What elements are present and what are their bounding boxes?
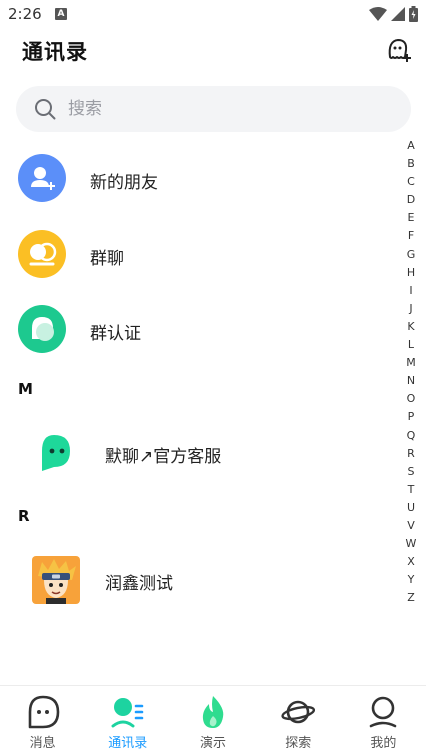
service-bot-icon	[32, 429, 80, 477]
tab-demo[interactable]: 演示	[170, 686, 255, 752]
battery-icon	[409, 6, 418, 22]
shortcut-group-verify[interactable]: 群认证	[0, 305, 400, 375]
cartoon-avatar	[32, 556, 80, 604]
shortcut-label: 新的朋友	[90, 173, 158, 193]
section-header: M	[18, 380, 33, 398]
index-letter[interactable]: B	[404, 155, 418, 173]
shortcut-label: 群认证	[90, 324, 141, 344]
signal-icon	[391, 7, 405, 21]
search-input[interactable]	[68, 99, 348, 119]
notification-badge: A	[55, 8, 67, 20]
contact-name: 润鑫测试	[105, 574, 173, 594]
index-letter[interactable]: O	[404, 390, 418, 408]
contact-row[interactable]: 默聊↗官方客服	[0, 429, 400, 489]
index-letter[interactable]: V	[404, 517, 418, 535]
shortcut-group-chat[interactable]: 群聊	[0, 230, 400, 300]
flame-icon	[202, 696, 224, 728]
index-letter[interactable]: G	[404, 246, 418, 264]
status-bar: 2:26 A	[0, 0, 426, 28]
contact-name: 默聊↗官方客服	[105, 447, 222, 467]
index-letter[interactable]: T	[404, 481, 418, 499]
index-letter[interactable]: Z	[404, 589, 418, 607]
status-icons	[369, 5, 418, 23]
index-letter[interactable]: R	[404, 445, 418, 463]
search-bar[interactable]	[16, 86, 411, 132]
index-letter[interactable]: C	[404, 173, 418, 191]
contacts-icon	[111, 698, 144, 728]
index-letter[interactable]: Y	[404, 571, 418, 589]
index-letter[interactable]: U	[404, 499, 418, 517]
index-letter[interactable]: D	[404, 191, 418, 209]
tab-label: 演示	[200, 736, 227, 751]
index-letter[interactable]: E	[404, 209, 418, 227]
planet-icon	[281, 700, 316, 724]
section-header: R	[18, 507, 30, 525]
new-friend-icon	[18, 154, 66, 202]
alphabet-index[interactable]: ABCDEFGHIJKLMNOPQRSTUVWXYZ	[404, 137, 418, 607]
header: 通讯录	[0, 28, 426, 72]
index-letter[interactable]: Q	[404, 427, 418, 445]
index-letter[interactable]: H	[404, 264, 418, 282]
index-letter[interactable]: X	[404, 553, 418, 571]
status-time: 2:26	[8, 5, 42, 23]
index-letter[interactable]: N	[404, 372, 418, 390]
index-letter[interactable]: M	[404, 354, 418, 372]
chat-bubble-icon	[28, 695, 59, 729]
page-title: 通讯录	[22, 40, 88, 64]
index-letter[interactable]: P	[404, 408, 418, 426]
add-friend-icon[interactable]	[386, 37, 412, 63]
tab-label: 我的	[370, 736, 397, 751]
index-letter[interactable]: W	[404, 535, 418, 553]
contact-row[interactable]: 润鑫测试	[0, 556, 400, 616]
index-letter[interactable]: A	[404, 137, 418, 155]
shortcut-new-friends[interactable]: 新的朋友	[0, 154, 400, 224]
profile-icon	[370, 696, 397, 728]
tab-profile[interactable]: 我的	[341, 686, 426, 752]
index-letter[interactable]: F	[404, 227, 418, 245]
index-letter[interactable]: L	[404, 336, 418, 354]
index-letter[interactable]: I	[404, 282, 418, 300]
group-verify-icon	[18, 305, 66, 353]
search-icon	[35, 99, 56, 120]
tab-label: 消息	[29, 736, 56, 751]
shortcut-label: 群聊	[90, 249, 124, 269]
tab-messages[interactable]: 消息	[0, 686, 85, 752]
tab-explore[interactable]: 探索	[256, 686, 341, 752]
index-letter[interactable]: K	[404, 318, 418, 336]
wifi-icon	[369, 7, 387, 21]
tab-contacts[interactable]: 通讯录	[85, 686, 170, 752]
tab-label: 探索	[285, 736, 312, 751]
tab-label: 通讯录	[108, 736, 148, 751]
group-chat-icon	[18, 230, 66, 278]
index-letter[interactable]: S	[404, 463, 418, 481]
tab-bar: 消息 通讯录 演示 探索 我的	[0, 685, 426, 752]
index-letter[interactable]: J	[404, 300, 418, 318]
